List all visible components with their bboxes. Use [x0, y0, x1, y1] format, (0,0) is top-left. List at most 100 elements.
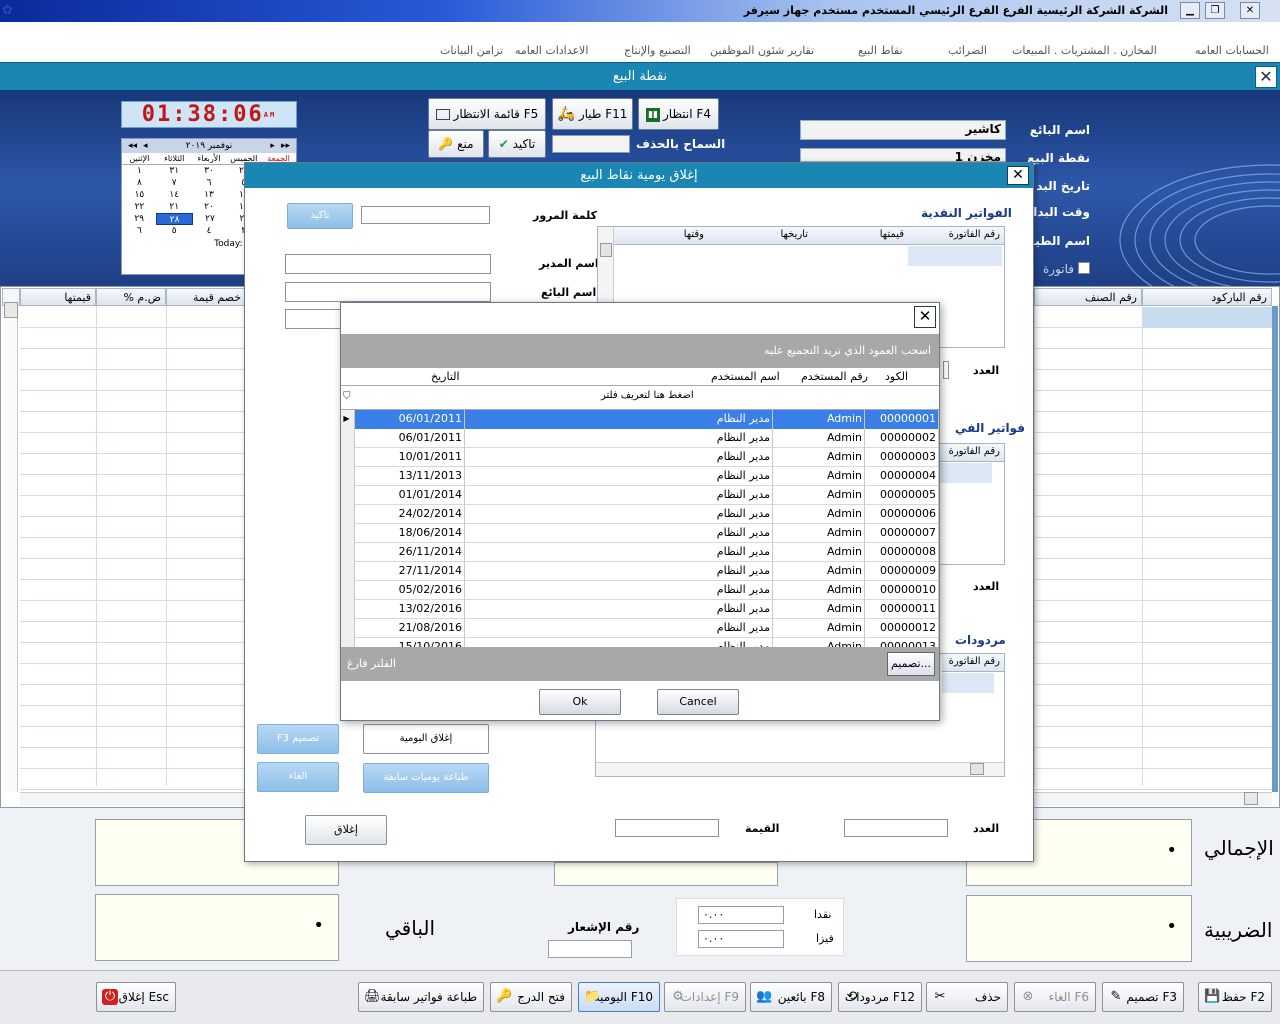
open-drawer-button[interactable]: 🔑 فتح الدرج	[490, 982, 572, 1012]
other-invoices-grid[interactable]: رقم الفاتورة	[939, 443, 1005, 565]
cash-grid-scroll-thumb[interactable]	[600, 243, 612, 257]
close-day-button[interactable]: إغلاق اليومية	[363, 724, 489, 754]
calendar-day[interactable]: ٨	[122, 177, 157, 189]
save-button[interactable]: 💾 حفظ F2	[1198, 982, 1272, 1012]
cell-code[interactable]: 00000003	[865, 448, 939, 467]
lookup-close-button[interactable]: ✕	[914, 306, 936, 328]
dialog-confirm-button[interactable]: تاكيد	[287, 203, 353, 229]
col-value[interactable]: قيمتها	[20, 288, 96, 306]
returns-active-cell[interactable]	[942, 673, 994, 693]
cancel-lookup-button[interactable]: Cancel	[657, 689, 739, 715]
dialog-design-f3-button[interactable]: F3 تصميم	[257, 724, 339, 754]
settings-button[interactable]: ⚙ إعدادات F9	[664, 982, 746, 1012]
cell-user-name[interactable]: مدير النظام	[465, 600, 773, 619]
calendar-day[interactable]: ٣٠	[192, 165, 227, 177]
col-user-no[interactable]: رقم المستخدم	[801, 370, 868, 383]
dialog-extra-input[interactable]	[285, 309, 345, 329]
returns-scrollbar-h[interactable]	[596, 762, 1004, 776]
cell-code[interactable]: 00000012	[865, 619, 939, 638]
col-code[interactable]: الكود	[885, 370, 908, 383]
col-date[interactable]: تاريخها	[780, 229, 808, 240]
count-bottom-field[interactable]	[844, 819, 948, 837]
seller-name-field[interactable]: كاشير	[800, 120, 1006, 140]
confirm-button[interactable]: ✔ تاكيد	[488, 130, 546, 158]
grid-scrollbar-v[interactable]	[4, 306, 18, 792]
col-time[interactable]: وقتها	[684, 229, 704, 240]
cell-date[interactable]: 21/08/2016	[355, 619, 465, 638]
filter-row[interactable]: اضغط هنا لتعريف فلتر	[601, 390, 694, 401]
allow-delete-field[interactable]	[552, 135, 630, 153]
menu-manufacturing[interactable]: التصنيع والإنتاج	[624, 44, 691, 57]
cell-code[interactable]: 00000004	[865, 467, 939, 486]
manager-name-input[interactable]	[285, 254, 491, 274]
journal-button[interactable]: 📁 اليومية F10	[578, 982, 660, 1012]
invoice-checkbox[interactable]	[1078, 262, 1090, 274]
lookup-row[interactable]: 05/02/2016 مدير النظام Admin 00000010	[341, 581, 939, 600]
cell-user-no[interactable]: Admin	[773, 562, 865, 581]
calendar-prev-month-icon[interactable]: ◂	[143, 139, 148, 153]
returns-button[interactable]: ⟲ مردودات F12	[838, 982, 922, 1012]
cell-user-name[interactable]: مدير النظام	[465, 543, 773, 562]
col-discount-value[interactable]: خصم قيمة	[166, 288, 246, 306]
delete-button[interactable]: ✂ حذف	[926, 982, 1008, 1012]
cell-user-name[interactable]: مدير النظام	[465, 410, 773, 429]
cell-user-name[interactable]: مدير النظام	[465, 505, 773, 524]
cell-user-no[interactable]: Admin	[773, 429, 865, 448]
calendar-day[interactable]: ٢٧	[193, 213, 227, 225]
col-amount[interactable]: قيمتها	[880, 229, 904, 240]
cell-date[interactable]: 01/01/2014	[355, 486, 465, 505]
calendar-day[interactable]: ٥	[157, 225, 192, 237]
cell-user-no[interactable]: Admin	[773, 638, 865, 647]
other-active-cell[interactable]	[940, 463, 992, 483]
calendar-day[interactable]: ٢٠	[192, 201, 227, 213]
calendar-day[interactable]: ٢٢	[122, 201, 157, 213]
value-field[interactable]	[615, 819, 719, 837]
print-prev-days-button[interactable]: طباعة يوميات سابقة	[363, 763, 489, 793]
calendar-day[interactable]: ٢٩	[122, 213, 156, 225]
cell-user-no[interactable]: Admin	[773, 543, 865, 562]
col-item-no[interactable]: رقم الصنف	[1034, 288, 1142, 306]
wait-f4-button[interactable]: ▮▮ انتظار F4	[638, 98, 719, 130]
ok-button[interactable]: Ok	[539, 689, 621, 715]
cell-code[interactable]: 00000009	[865, 562, 939, 581]
cell-code[interactable]: 00000011	[865, 600, 939, 619]
cell-code[interactable]: 00000005	[865, 486, 939, 505]
cash-active-cell[interactable]	[908, 246, 1002, 266]
cell-user-no[interactable]: Admin	[773, 600, 865, 619]
col-user-name[interactable]: اسم المستخدم	[711, 370, 780, 383]
app-icon[interactable]: ✿	[2, 2, 18, 19]
cell-user-no[interactable]: Admin	[773, 581, 865, 600]
close-esc-button[interactable]: ⏻ إغلاق Esc	[96, 982, 176, 1012]
pilot-f11-button[interactable]: 🛵 طيار F11	[552, 98, 633, 130]
wait-list-f5-button[interactable]: قائمة الانتظار F5	[428, 98, 546, 130]
calendar-day[interactable]: ٦	[122, 225, 157, 237]
cell-user-no[interactable]: Admin	[773, 619, 865, 638]
cell-user-name[interactable]: مدير النظام	[465, 638, 773, 647]
cash-field[interactable]: ٠.٠٠	[698, 906, 784, 924]
sellers-button[interactable]: 👥 بائعين F8	[750, 982, 832, 1012]
calendar-day[interactable]: ٣١	[157, 165, 192, 177]
menu-hr-reports[interactable]: تقارير شئون الموظفين	[710, 44, 814, 57]
lookup-row[interactable]: 13/02/2016 مدير النظام Admin 00000011	[341, 600, 939, 619]
count-field[interactable]	[943, 361, 949, 379]
calendar-day[interactable]: ٢١	[157, 201, 192, 213]
lookup-row[interactable]: 26/11/2014 مدير النظام Admin 00000008	[341, 543, 939, 562]
notice-no-field[interactable]	[548, 940, 632, 958]
menu-stores-purchases-sales[interactable]: المخازن . المشتريات . المبيعات	[1012, 44, 1157, 57]
pos-close-button[interactable]: ✕	[1255, 66, 1277, 88]
design-button[interactable]: ✎ تصميم F3	[1102, 982, 1184, 1012]
customize-button[interactable]: تصميم...	[887, 652, 935, 676]
cell-date[interactable]: 06/01/2011	[355, 410, 465, 429]
prevent-button[interactable]: 🔑 منع	[428, 130, 484, 158]
col-invoice-no[interactable]: رقم الفاتورة	[949, 229, 1000, 240]
menu-pos[interactable]: نقاط البيع	[858, 44, 903, 57]
group-by-panel[interactable]: اسحب العمود الذي تريد التجميع عليه	[341, 334, 939, 368]
lookup-row[interactable]: 01/01/2014 مدير النظام Admin 00000005	[341, 486, 939, 505]
cell-code[interactable]: 00000006	[865, 505, 939, 524]
cell-date[interactable]: 13/02/2016	[355, 600, 465, 619]
cell-user-name[interactable]: مدير النظام	[465, 467, 773, 486]
cell-date[interactable]: 18/06/2014	[355, 524, 465, 543]
calendar-day[interactable]: ٧	[157, 177, 192, 189]
calendar-day[interactable]: ١٥	[122, 189, 157, 201]
menu-general-settings[interactable]: الاعدادات العامه	[515, 44, 588, 57]
